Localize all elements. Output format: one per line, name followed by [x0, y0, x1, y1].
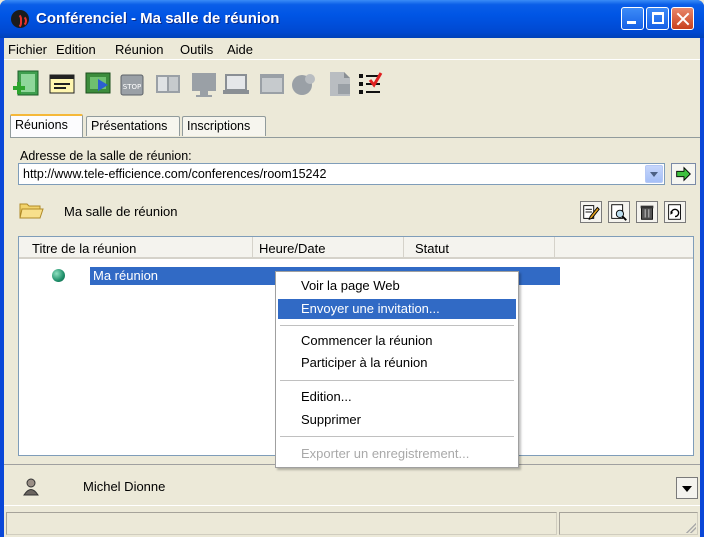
delete-icon [640, 205, 654, 220]
refresh-room-button[interactable] [664, 201, 686, 223]
room-name: Ma salle de réunion [64, 204, 178, 219]
edit-room-button[interactable] [580, 201, 602, 223]
menu-item-view-web[interactable]: Voir la page Web [278, 276, 516, 296]
menu-item-delete[interactable]: Supprimer [278, 410, 516, 430]
column-datetime[interactable]: Heure/Date [253, 237, 404, 257]
menu-separator [280, 436, 514, 437]
arrow-right-icon [676, 166, 691, 182]
resize-grip-icon[interactable] [686, 523, 696, 533]
minimize-button[interactable] [621, 7, 644, 30]
panel-icon[interactable] [154, 69, 182, 99]
chevron-down-icon[interactable] [645, 165, 663, 183]
context-menu: Voir la page Web Envoyer une invitation.… [275, 271, 519, 468]
checklist-icon[interactable] [356, 69, 384, 99]
document-icon[interactable] [326, 69, 354, 99]
tab-reunions[interactable]: Réunions [10, 114, 83, 137]
new-meeting-icon[interactable] [12, 69, 40, 99]
address-label: Adresse de la salle de réunion: [20, 149, 192, 163]
address-input[interactable]: http://www.tele-efficience.com/conferenc… [23, 167, 326, 181]
tab-presentations[interactable]: Présentations [86, 116, 180, 136]
menu-reunion[interactable]: Réunion [115, 42, 163, 57]
go-button[interactable] [671, 163, 696, 185]
close-button[interactable] [671, 7, 694, 30]
window-title: Conférenciel - Ma salle de réunion [36, 10, 280, 27]
address-combobox[interactable]: http://www.tele-efficience.com/conferenc… [18, 163, 665, 185]
tab-inscriptions[interactable]: Inscriptions [182, 116, 266, 136]
toolbar: STOP [4, 62, 700, 108]
monitor-icon[interactable] [190, 69, 218, 99]
svg-text:STOP: STOP [123, 83, 141, 91]
title-bar[interactable]: Conférenciel - Ma salle de réunion [0, 0, 704, 38]
menu-item-edit[interactable]: Edition... [278, 387, 516, 407]
menu-item-join-meeting[interactable]: Participer à la réunion [278, 353, 516, 373]
maximize-button[interactable] [646, 7, 669, 30]
menu-item-start-meeting[interactable]: Commencer la réunion [278, 331, 516, 351]
preview-room-button[interactable] [608, 201, 630, 223]
app-logo-icon[interactable] [11, 10, 29, 29]
column-title[interactable]: Titre de la réunion [19, 237, 253, 257]
menu-bar: Fichier Edition Réunion Outils Aide [4, 38, 700, 60]
delete-room-button[interactable] [636, 201, 658, 223]
stop-icon[interactable]: STOP [118, 69, 146, 99]
edit-icon [583, 205, 600, 220]
properties-icon[interactable] [48, 69, 76, 99]
menu-outils[interactable]: Outils [180, 42, 213, 57]
laptop-icon[interactable] [222, 69, 250, 99]
menu-separator [280, 325, 514, 326]
user-icon [23, 478, 39, 496]
share-icon[interactable] [290, 69, 318, 99]
status-pane-main [6, 512, 557, 535]
minimize-icon [627, 21, 636, 24]
room-header: Ma salle de réunion [18, 198, 698, 224]
menu-fichier[interactable]: Fichier [8, 42, 47, 57]
column-status[interactable]: Statut [404, 237, 555, 257]
list-header: Titre de la réunion Heure/Date Statut [19, 237, 693, 259]
preview-icon [611, 204, 627, 221]
menu-separator [280, 380, 514, 381]
user-dropdown-button[interactable] [676, 477, 698, 499]
user-bar: Michel Dionne [4, 464, 700, 506]
user-name: Michel Dionne [83, 479, 166, 494]
maximize-icon [652, 12, 664, 24]
window-icon[interactable] [258, 69, 286, 99]
folder-icon [18, 198, 44, 222]
menu-aide[interactable]: Aide [227, 42, 253, 57]
status-bar [4, 510, 700, 537]
menu-item-send-invitation[interactable]: Envoyer une invitation... [278, 299, 516, 319]
status-pane-secondary [559, 512, 698, 535]
menu-item-export-recording: Exporter un enregistrement... [301, 446, 470, 461]
meeting-status-icon [52, 269, 65, 282]
refresh-icon [668, 204, 681, 220]
start-presentation-icon[interactable] [84, 69, 112, 99]
menu-edition[interactable]: Edition [56, 42, 96, 57]
